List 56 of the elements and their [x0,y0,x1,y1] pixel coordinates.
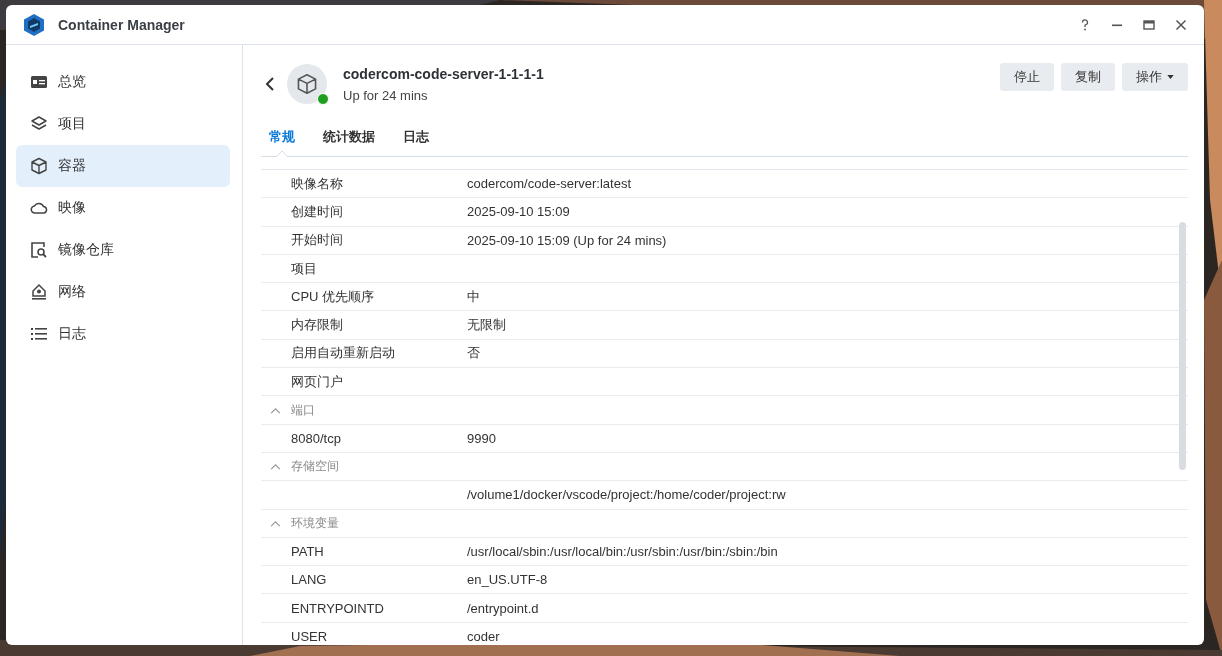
field-label: 内存限制 [291,317,343,333]
action-button[interactable]: 复制 [1061,63,1115,91]
field-label: PATH [291,544,324,559]
list-icon [30,325,48,343]
sidebar-item[interactable]: 日志 [16,313,230,355]
tab[interactable]: 统计数据 [321,128,377,157]
section-title: 端口 [291,401,315,419]
field-label: CPU 优先顺序 [291,288,375,304]
sidebar-item[interactable]: 镜像仓库 [16,229,230,271]
back-icon[interactable] [265,76,275,92]
search-icon [30,241,48,259]
sidebar-item[interactable]: 网络 [16,271,230,313]
cube-icon [30,157,48,175]
field-label: 8080/tcp [291,430,341,446]
field-label: ENTRYPOINTD [291,600,384,616]
field-value: 否 [467,344,480,363]
container-name: codercom-code-server-1-1-1-1 [343,65,544,82]
field-value: /usr/local/sbin:/usr/local/bin:/usr/sbin:/usr/bin:/sbin:/bin [467,544,778,559]
field-label: 开始时间 [291,232,343,248]
section-title: 环境变量 [291,514,339,532]
field-value: 中 [467,287,480,306]
field-value: 2025-09-10 15:09 (Up for 24 mins) [467,232,667,248]
maximize-icon[interactable] [1142,17,1156,32]
field-value: 9990 [467,430,496,446]
app-logo-icon [22,12,46,37]
field-label: LANG [291,572,327,588]
action-button[interactable]: 停止 [1000,63,1054,91]
close-icon[interactable] [1174,17,1188,32]
action-button[interactable]: 操作 [1122,63,1188,91]
card-icon [30,73,48,91]
sidebar-item[interactable]: 总览 [16,61,230,103]
field-label: 项目 [291,260,317,276]
field-label: 映像名称 [291,175,343,191]
sidebar-item[interactable]: 容器 [16,145,230,187]
cube-icon [296,73,318,95]
section-title: 存储空间 [291,458,339,476]
tab[interactable]: 日志 [401,128,431,157]
window-title: Container Manager [58,16,185,33]
sidebar-item[interactable]: 映像 [16,187,230,229]
field-value: 无限制 [467,316,506,335]
field-value: /volume1/docker/vscode/project:/home/coder/project:rw [467,487,786,503]
sidebar-item[interactable]: 项目 [16,103,230,145]
field-label: 创建时间 [291,203,343,219]
field-label: 启用自动重新启动 [291,345,395,361]
field-value: 2025-09-10 15:09 [467,204,570,220]
field-value: en_US.UTF-8 [467,572,548,588]
tab[interactable]: 常规 [267,128,297,157]
layers-icon [30,115,48,133]
field-label: 网页门户 [291,373,343,389]
container-status: Up for 24 mins [343,87,429,103]
field-value: coder [467,628,500,644]
field-value: /entrypoint.d [467,600,539,616]
field-label: USER [291,628,328,644]
scrollbar[interactable] [1179,222,1186,470]
field-value: codercom/code-server:latest [467,176,631,192]
house-icon [30,283,48,301]
